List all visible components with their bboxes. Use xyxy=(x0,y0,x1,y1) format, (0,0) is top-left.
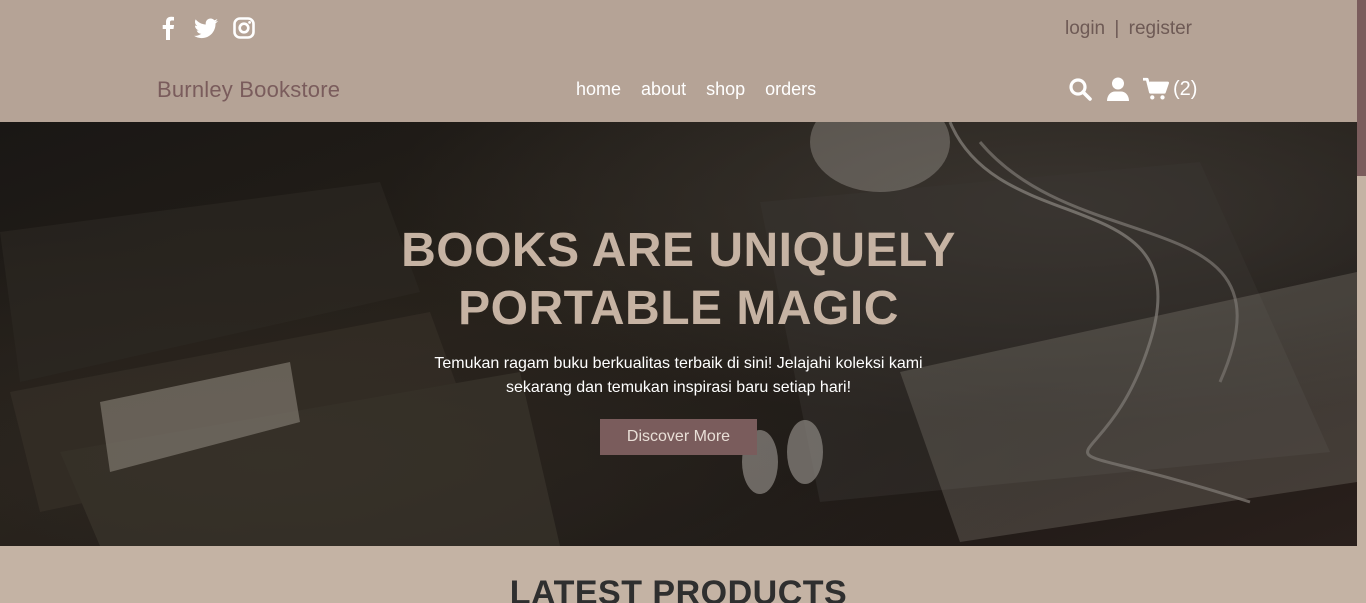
main-nav: home about shop orders xyxy=(576,79,816,100)
facebook-icon[interactable] xyxy=(156,16,180,40)
discover-more-button[interactable]: Discover More xyxy=(599,419,758,455)
nav-shop[interactable]: shop xyxy=(706,79,745,100)
cart-count[interactable]: (2) xyxy=(1173,78,1197,101)
twitter-icon[interactable] xyxy=(194,16,218,40)
hero-content: BOOKS ARE UNIQUELY PORTABLE MAGIC Temuka… xyxy=(0,222,1357,455)
main-header: Burnley Bookstore home about shop orders… xyxy=(0,60,1357,122)
nav-orders[interactable]: orders xyxy=(765,79,816,100)
cart-icon[interactable] xyxy=(1143,76,1169,102)
search-icon[interactable] xyxy=(1067,76,1093,102)
user-icon[interactable] xyxy=(1105,76,1131,102)
header-icons: (2) xyxy=(1067,76,1197,102)
hero-title-line-2: PORTABLE MAGIC xyxy=(458,282,899,335)
page-scrollbar[interactable] xyxy=(1357,0,1366,603)
hero-title-line-1: BOOKS ARE UNIQUELY xyxy=(401,224,956,277)
register-link[interactable]: register xyxy=(1129,18,1192,39)
hero-subtitle: Temukan ragam buku berkualitas terbaik d… xyxy=(434,355,923,396)
latest-products-heading: LATEST PRODUCTS xyxy=(509,574,848,603)
nav-home[interactable]: home xyxy=(576,79,621,100)
auth-separator: | xyxy=(1114,18,1120,39)
login-link[interactable]: login xyxy=(1065,18,1105,39)
brand-logo[interactable]: Burnley Bookstore xyxy=(157,77,340,103)
social-links xyxy=(156,16,256,40)
hero-banner: BOOKS ARE UNIQUELY PORTABLE MAGIC Temuka… xyxy=(0,122,1357,546)
instagram-icon[interactable] xyxy=(232,16,256,40)
scrollbar-thumb[interactable] xyxy=(1357,0,1366,176)
auth-links: login | register xyxy=(1065,18,1192,40)
nav-about[interactable]: about xyxy=(641,79,686,100)
top-bar: login | register xyxy=(0,0,1357,60)
hero-title: BOOKS ARE UNIQUELY PORTABLE MAGIC xyxy=(0,222,1357,338)
